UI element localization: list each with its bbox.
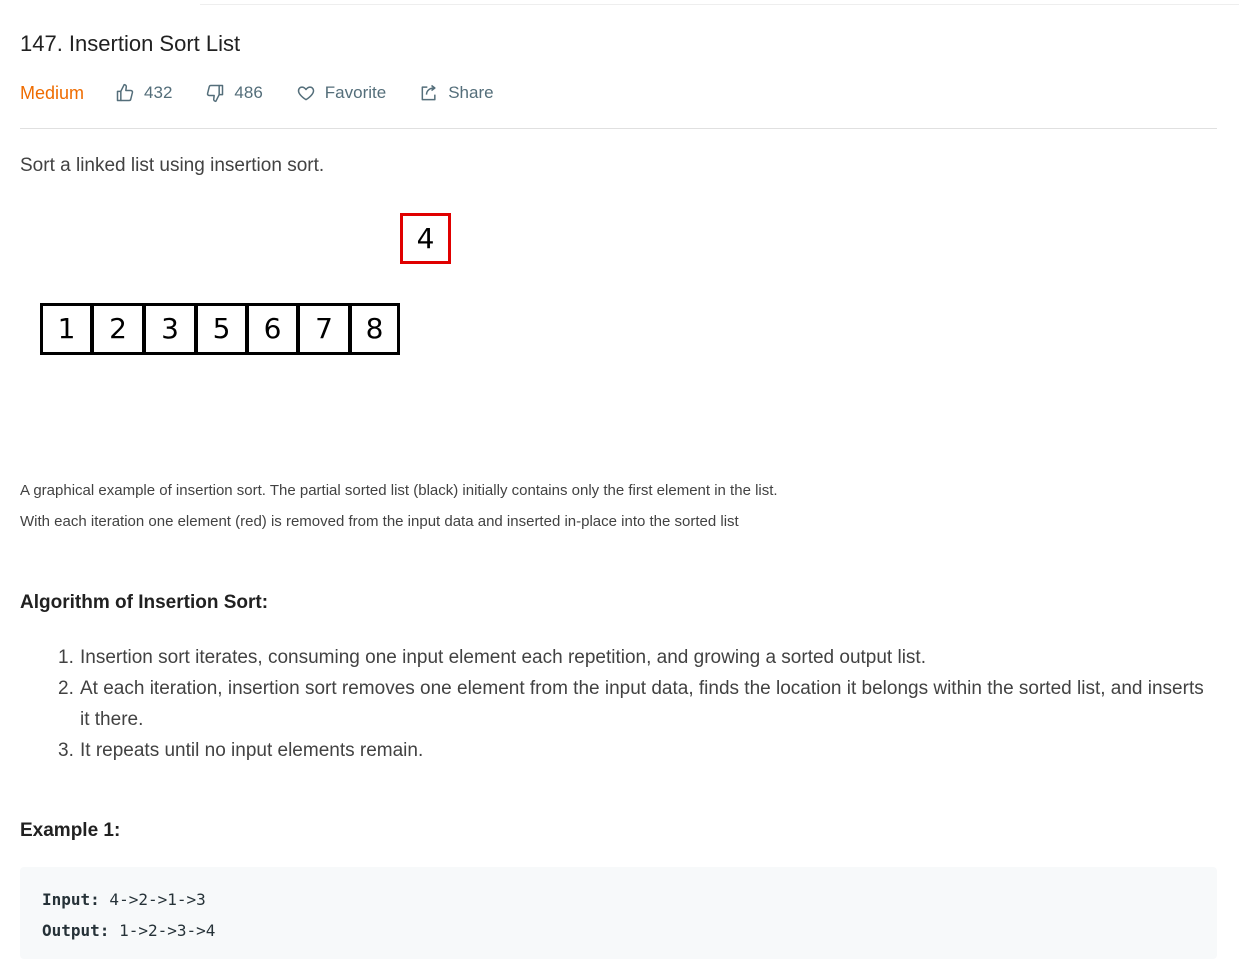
share-label: Share xyxy=(448,83,494,102)
algorithm-steps-list: 1. Insertion sort iterates, consuming on… xyxy=(58,642,1208,766)
input-label: Input: xyxy=(42,890,100,909)
heart-icon xyxy=(297,86,315,101)
problem-meta-bar: Medium 432 486 Favorite Share xyxy=(20,80,527,106)
sorted-cell: 5 xyxy=(195,303,248,355)
dislike-count: 486 xyxy=(234,83,263,102)
example-heading: Example 1: xyxy=(20,820,121,841)
top-divider xyxy=(200,0,1239,5)
favorite-label: Favorite xyxy=(324,83,387,102)
dislike-button[interactable]: 486 xyxy=(205,83,263,103)
list-item: 1. Insertion sort iterates, consuming on… xyxy=(58,642,1208,673)
like-count: 432 xyxy=(144,83,173,102)
list-item: 3. It repeats until no input elements re… xyxy=(58,735,1208,766)
share-icon xyxy=(421,84,436,101)
list-item-number: 2. xyxy=(58,678,74,699)
insertion-sort-figure: 4 1 2 3 5 6 7 8 xyxy=(40,212,460,362)
list-item-number: 3. xyxy=(58,740,74,761)
algorithm-heading: Algorithm of Insertion Sort: xyxy=(20,592,269,613)
sorted-cell: 3 xyxy=(143,303,197,355)
thumbs-down-icon xyxy=(207,84,224,103)
thumbs-up-icon xyxy=(116,83,134,102)
input-value: 4->2->1->3 xyxy=(99,890,206,909)
example-code-block: Input: 4->2->1->3 Output: 1->2->3->4 xyxy=(20,867,1217,959)
sorted-cell: 7 xyxy=(297,303,351,355)
like-button[interactable]: 432 xyxy=(115,83,172,103)
list-item-text: At each iteration, insertion sort remove… xyxy=(80,678,1204,730)
sorted-cell: 1 xyxy=(40,303,93,355)
output-label: Output: xyxy=(42,921,110,940)
sorted-cell: 8 xyxy=(349,303,400,355)
figure-caption-line-2: With each iteration one element (red) is… xyxy=(20,513,739,530)
header-divider xyxy=(20,128,1217,129)
share-button[interactable]: Share xyxy=(419,83,494,103)
example-input-line: Input: 4->2->1->3 xyxy=(42,884,1195,915)
sorted-cell: 2 xyxy=(91,303,145,355)
red-element-box: 4 xyxy=(400,213,451,264)
list-item-text: It repeats until no input elements remai… xyxy=(80,740,424,761)
difficulty-badge: Medium xyxy=(20,82,85,103)
example-output-line: Output: 1->2->3->4 xyxy=(42,915,1195,946)
sorted-cell: 6 xyxy=(246,303,299,355)
problem-description: Sort a linked list using insertion sort. xyxy=(20,155,325,176)
page-title: 147. Insertion Sort List xyxy=(20,31,241,56)
output-value: 1->2->3->4 xyxy=(109,921,216,940)
favorite-button[interactable]: Favorite xyxy=(296,83,386,103)
list-item-text: Insertion sort iterates, consuming one i… xyxy=(80,647,926,668)
list-item: 2. At each iteration, insertion sort rem… xyxy=(58,673,1208,735)
figure-caption-line-1: A graphical example of insertion sort. T… xyxy=(20,482,778,499)
list-item-number: 1. xyxy=(58,647,74,668)
